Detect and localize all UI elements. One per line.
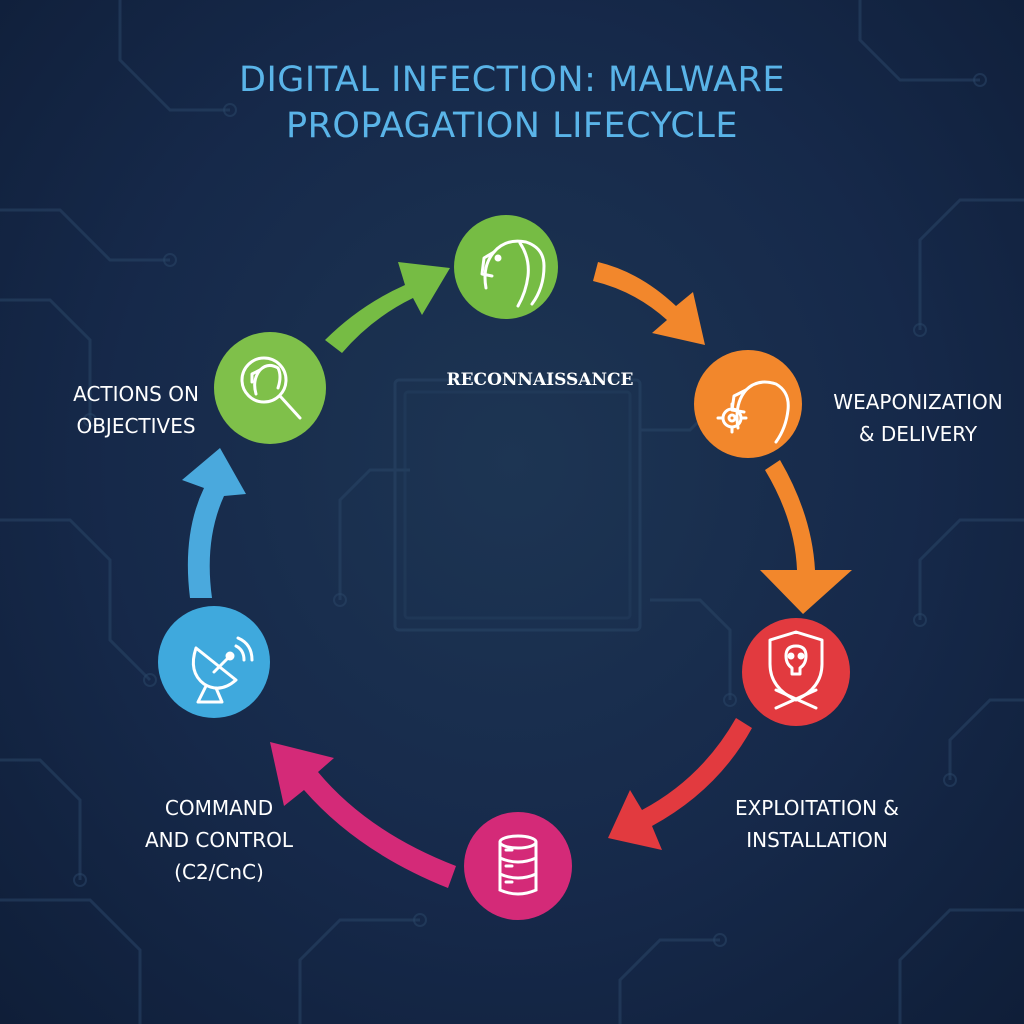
stage-label-line: COMMAND (164, 796, 274, 820)
stage-label-actions: ACTIONS ON OBJECTIVES (56, 378, 216, 442)
arrow-actions-to-reconnaissance (325, 262, 450, 353)
stage-label-line: (C2/CnC) (174, 860, 264, 884)
stage-label-exploitation: EXPLOITATION & INSTALLATION (732, 792, 902, 856)
stage-label-weaponization: WEAPONIZATION & DELIVERY (818, 386, 1018, 450)
node-command[interactable] (158, 606, 270, 718)
arrow-command-to-actions (182, 448, 246, 598)
stage-label-line: RECONNAISSANCE (446, 370, 634, 390)
node-weaponization[interactable] (694, 350, 802, 458)
arrow-weaponization-to-exploitation (760, 460, 852, 614)
stage-label-line: INSTALLATION (746, 828, 888, 852)
node-exploitation[interactable] (742, 618, 850, 726)
stage-label-line: AND CONTROL (144, 828, 294, 852)
stage-label-line: EXPLOITATION & (734, 796, 900, 820)
node-payload[interactable] (464, 812, 572, 920)
arrow-reconnaissance-to-weaponization (593, 262, 705, 345)
node-reconnaissance[interactable] (454, 215, 558, 319)
node-actions[interactable] (214, 332, 326, 444)
arrow-exploitation-to-payload (608, 718, 752, 850)
stage-label-reconnaissance: RECONNAISSANCE (420, 364, 660, 396)
stage-label-line: OBJECTIVES (76, 414, 196, 438)
stage-label-line: WEAPONIZATION (833, 390, 1003, 414)
stage-label-command: COMMAND AND CONTROL (C2/CnC) (134, 792, 304, 888)
stage-label-line: & DELIVERY (858, 422, 978, 446)
stage-label-line: ACTIONS ON (73, 382, 199, 406)
